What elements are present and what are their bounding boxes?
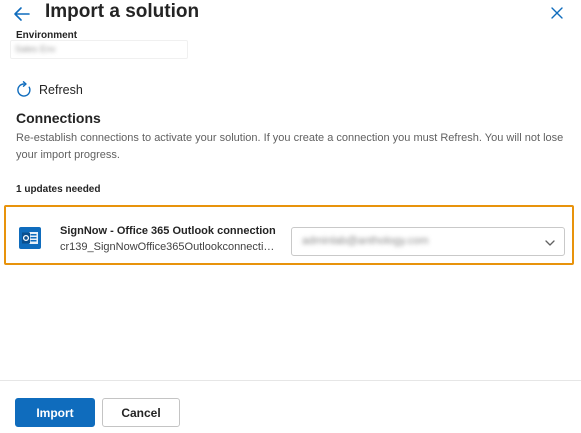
cancel-button[interactable]: Cancel: [102, 398, 180, 427]
connection-id: cr139_SignNowOffice365OutlookconnectionR…: [60, 241, 276, 253]
arrow-left-icon[interactable]: [12, 4, 32, 24]
connection-name: SignNow - Office 365 Outlook connection: [60, 225, 276, 237]
refresh-label: Refresh: [39, 83, 83, 97]
panel-footer: Import Cancel: [0, 380, 581, 433]
environment-value: Sales Env: [15, 44, 56, 54]
panel-header: Import a solution: [0, 0, 581, 28]
connection-dropdown[interactable]: adminlab@anthology.com: [291, 227, 565, 256]
environment-field: Sales Env: [10, 40, 188, 59]
connection-row: SignNow - Office 365 Outlook connection …: [4, 205, 574, 265]
outlook-icon: [19, 227, 41, 249]
updates-needed-label: 1 updates needed: [16, 184, 101, 195]
refresh-button[interactable]: Refresh: [15, 80, 83, 100]
connections-title: Connections: [16, 110, 101, 126]
import-button[interactable]: Import: [15, 398, 95, 427]
connections-description: Re-establish connections to activate you…: [16, 132, 564, 161]
refresh-icon: [15, 81, 33, 99]
chevron-down-icon: [544, 236, 556, 248]
close-icon[interactable]: [548, 4, 566, 22]
connection-dropdown-value: adminlab@anthology.com: [302, 235, 429, 247]
page-title: Import a solution: [45, 1, 200, 22]
